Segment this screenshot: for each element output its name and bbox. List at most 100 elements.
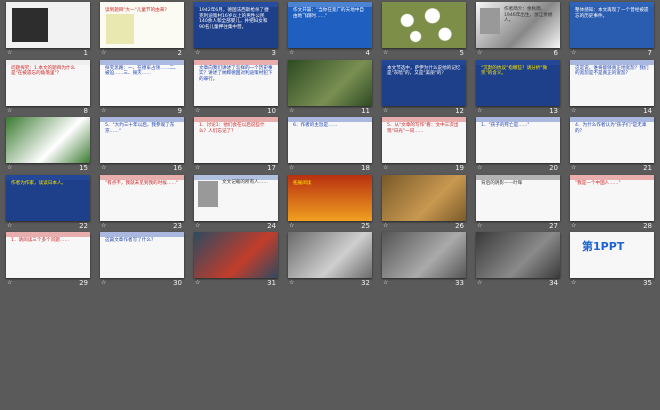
slide-cell: 作者简介：余秋雨，1946年出生，浙江余姚人。 ☆ 6 — [476, 2, 560, 60]
slide-number: 27 — [549, 221, 558, 230]
slide-thumbnail[interactable] — [288, 232, 372, 279]
slide-graphic — [6, 117, 90, 164]
slide-thumbnail[interactable]: 6．作者的主旨是…… — [288, 117, 372, 164]
slide-graphic — [382, 117, 466, 123]
slide-thumbnail[interactable]: 本文节选中，萨伊为什么说他的记忆是"灰暗"的，又是"美丽"的？ — [382, 59, 466, 106]
slide-thumbnail[interactable]: "沉默的抗议"指哪些？请分析"微笑"的含义。 — [476, 59, 560, 106]
slide-text: 拓展阅读 — [293, 180, 312, 186]
slide-thumbnail[interactable]: 1942年6月，德国法西斯枪杀了捷克利迪策村16岁以上的男性公民140余人和全部… — [194, 2, 278, 48]
slide-thumbnail[interactable]: 4．为什么作者认为"孩子们"是无辜的？ — [570, 117, 654, 164]
slide-text: 第1PPT — [582, 240, 625, 254]
slide-text: "有点不，我就未见到我的时候……" — [105, 180, 179, 186]
transition-icon: ☆ — [195, 106, 201, 114]
slide-number: 31 — [267, 279, 276, 288]
slide-graphic — [288, 232, 372, 279]
slide-thumbnail[interactable]: 5．"大约三十年以后，我参观了东京……" — [100, 117, 184, 164]
slide-text: 1．讨论1：他们会在以后说些什么？人们忘记了？ — [199, 123, 265, 134]
slide-thumbnail[interactable]: 文章向我们讲述了怎样的一个历史事实？讲述了纳粹德国对利迪策村犯下的罪行。 — [194, 59, 278, 106]
transition-icon: ☆ — [289, 279, 295, 287]
slide-graphic — [476, 232, 560, 279]
slide-thumbnail[interactable]: 拓展阅读 — [288, 174, 372, 221]
slide-thumbnail[interactable]: 问题探究：1.本文的题目为什么是"在被遗忘的角落里"？ — [6, 59, 90, 106]
transition-icon: ☆ — [571, 164, 577, 172]
slide-cell: 6．作者的主旨是…… ☆ 18 — [288, 117, 372, 175]
slide-thumbnail[interactable] — [382, 232, 466, 279]
transition-icon: ☆ — [7, 106, 13, 114]
slide-cell: 背后的阴影——叶晖 ☆ 27 — [476, 174, 560, 233]
slide-cell: 作者为作家，读读日本人。 ☆ 22 — [6, 174, 90, 233]
slide-cell: ☆ 5 — [382, 2, 466, 60]
slide-text: 背后的阴影——叶晖 — [481, 180, 523, 186]
slide-thumbnail[interactable] — [476, 232, 560, 279]
slide-text: 5．从"文章的写作"看：文中三次出现"日光"一词…… — [387, 123, 459, 134]
slide-thumbnail[interactable] — [382, 2, 466, 48]
slide-text: 这篇文章作者写了什么？ — [105, 238, 156, 244]
slide-thumbnail[interactable]: 作者为作家，读读日本人。 — [6, 174, 90, 221]
slide-thumbnail[interactable] — [288, 59, 372, 106]
slide-thumbnail[interactable]: 文文记载的所有人…… — [194, 174, 278, 221]
slide-number: 25 — [361, 221, 370, 230]
slide-cell: "沉默的抗议"指哪些？请分析"微笑"的含义。 ☆ 13 — [476, 59, 560, 118]
slide-thumbnail[interactable]: 这篇文章作者写了什么？ — [100, 232, 184, 279]
slide-graphic — [288, 117, 372, 123]
transition-icon: ☆ — [7, 279, 13, 287]
slide-thumbnail[interactable]: 作者简介：余秋雨，1946年出生，浙江余姚人。 — [476, 2, 560, 48]
slide-thumbnail[interactable]: 探究思路：一、在德军占领……二、被迫……三、毁灭…… — [100, 59, 184, 106]
slide-text: 作者为作家，读读日本人。 — [11, 180, 67, 186]
slide-thumbnail[interactable]: "我是一个中国人……" — [570, 174, 654, 221]
slide-cell: 这是说，谁将能够真正地宽恕？我们的宽恕是不是真正的宽恕？ ☆ 14 — [570, 59, 654, 118]
slide-graphic — [570, 2, 654, 7]
slide-thumbnail[interactable] — [382, 174, 466, 221]
slide-number: 24 — [267, 221, 276, 230]
slide-text: 1．请阅读三个多个问题…… — [11, 238, 70, 244]
slide-thumbnail[interactable]: 这是说，谁将能够真正地宽恕？我们的宽恕是不是真正的宽恕？ — [570, 59, 654, 106]
slide-thumbnail[interactable]: 1．讨论1：他们会在以后说些什么？人们忘记了？ — [194, 117, 278, 164]
slide-thumbnail[interactable]: 作文开篇："当你在宽广的天地中自由地飞翔时……" — [288, 2, 372, 48]
slide-sorter: ☆ 1 读到题目"大一"儿童节的由来？ ☆ 2 1942年6月，德国法西斯枪杀了捷克利迪策… — [0, 0, 660, 410]
transition-icon: ☆ — [7, 221, 13, 229]
slide-cell: ☆ 33 — [382, 232, 466, 290]
transition-icon: ☆ — [195, 49, 201, 56]
slide-thumbnail[interactable]: 读到题目"大一"儿童节的由来？ — [100, 2, 184, 48]
slide-cell: ☆ 31 — [194, 232, 278, 290]
transition-icon: ☆ — [289, 164, 295, 172]
slide-number: 22 — [79, 221, 88, 230]
slide-thumbnail[interactable] — [6, 2, 90, 48]
slide-thumbnail[interactable]: 整体感知：本文再现了一个曾经被遗忘的历史事件。 — [570, 2, 654, 48]
slide-graphic — [476, 117, 560, 123]
transition-icon: ☆ — [101, 106, 107, 114]
slide-thumbnail[interactable] — [6, 117, 90, 164]
slide-number: 15 — [79, 164, 88, 173]
slide-number: 23 — [173, 221, 182, 230]
slide-cell: "有点不，我就未见到我的时候……" ☆ 23 — [100, 174, 184, 233]
slide-thumbnail[interactable]: "有点不，我就未见到我的时候……" — [100, 174, 184, 221]
slide-thumbnail[interactable]: 1．"孩子的死亡是……" — [476, 117, 560, 164]
slide-cell: 文章向我们讲述了怎样的一个历史事实？讲述了纳粹德国对利迪策村犯下的罪行。 ☆ 10 — [194, 59, 278, 118]
slide-graphic — [6, 232, 90, 238]
slide-number: 9 — [177, 106, 182, 115]
slide-graphic — [6, 174, 90, 180]
slide-number: 10 — [267, 106, 276, 115]
transition-icon: ☆ — [477, 164, 483, 172]
slide-graphic — [194, 117, 278, 123]
slide-number: 2 — [177, 49, 182, 57]
slide-cell: 本文节选中，萨伊为什么说他的记忆是"灰暗"的，又是"美丽"的？ ☆ 12 — [382, 59, 466, 118]
transition-icon: ☆ — [477, 106, 483, 114]
slide-graphic — [288, 59, 372, 106]
slide-number: 29 — [79, 279, 88, 288]
slide-text: 4．为什么作者认为"孩子们"是无辜的？ — [575, 123, 647, 134]
slide-thumbnail[interactable] — [194, 232, 278, 279]
slide-cell: 5．从"文章的写作"看：文中三次出现"日光"一词…… ☆ 19 — [382, 117, 466, 175]
slide-text: 本文节选中，萨伊为什么说他的记忆是"灰暗"的，又是"美丽"的？ — [387, 65, 461, 77]
transition-icon: ☆ — [383, 164, 389, 172]
slide-thumbnail[interactable]: 5．从"文章的写作"看：文中三次出现"日光"一词…… — [382, 117, 466, 164]
slide-thumbnail[interactable]: 第1PPT — [570, 232, 654, 279]
transition-icon: ☆ — [7, 164, 13, 172]
slide-cell: ☆ 26 — [382, 174, 466, 233]
slide-number: 18 — [361, 164, 370, 173]
slide-thumbnail[interactable]: 背后的阴影——叶晖 — [476, 174, 560, 221]
slide-thumbnail[interactable]: 1．请阅读三个多个问题…… — [6, 232, 90, 279]
slide-cell: 5．"大约三十年以后，我参观了东京……" ☆ 16 — [100, 117, 184, 175]
slide-number: 4 — [365, 49, 370, 57]
photo-portrait — [480, 8, 500, 34]
